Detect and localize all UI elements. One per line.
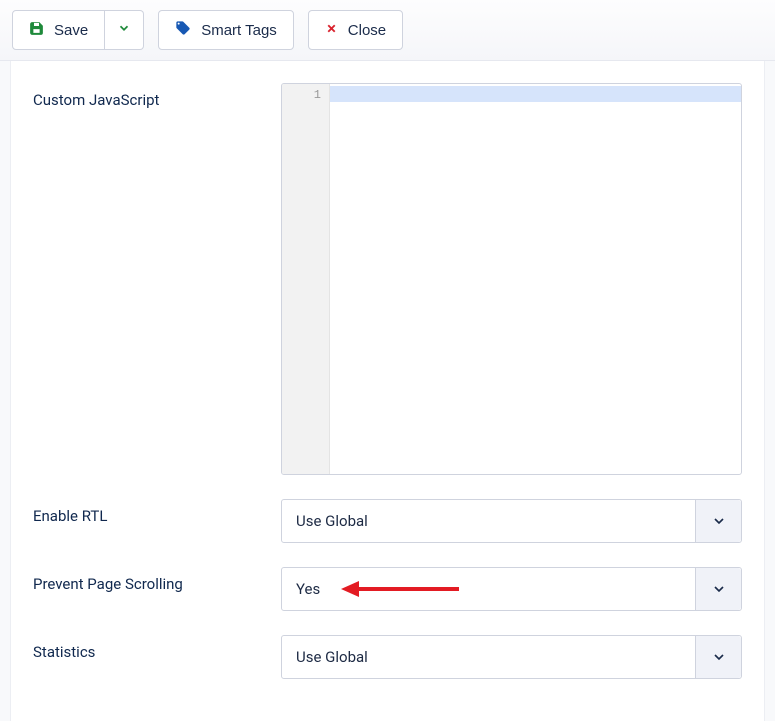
save-dropdown-toggle[interactable] [105, 10, 144, 50]
smart-tags-button[interactable]: Smart Tags [158, 10, 294, 50]
statistics-label: Statistics [33, 635, 281, 661]
enable-rtl-select[interactable]: Use Global [281, 499, 742, 543]
chevron-down-icon [695, 500, 741, 542]
close-button-label: Close [348, 22, 386, 39]
save-button-label: Save [54, 22, 88, 39]
enable-rtl-value: Use Global [282, 512, 695, 530]
field-statistics: Statistics Use Global [33, 623, 742, 691]
code-gutter: 1 [282, 84, 330, 474]
field-custom-javascript: Custom JavaScript 1 [33, 71, 742, 487]
tag-icon [175, 20, 191, 40]
save-icon [29, 21, 44, 40]
chevron-down-icon [695, 568, 741, 610]
code-body[interactable] [330, 84, 741, 474]
prevent-page-scrolling-label: Prevent Page Scrolling [33, 567, 281, 593]
smart-tags-label: Smart Tags [201, 22, 277, 39]
toolbar: Save Smart Tags Close [0, 0, 775, 61]
statistics-value: Use Global [282, 648, 695, 666]
enable-rtl-label: Enable RTL [33, 499, 281, 525]
save-button-group: Save [12, 10, 144, 50]
close-button[interactable]: Close [308, 10, 403, 50]
custom-javascript-label: Custom JavaScript [33, 83, 281, 109]
field-enable-rtl: Enable RTL Use Global [33, 487, 742, 555]
chevron-down-icon [117, 21, 131, 39]
form-area: Custom JavaScript 1 Enable RTL Use Globa… [10, 61, 765, 721]
save-button[interactable]: Save [12, 10, 105, 50]
prevent-page-scrolling-value: Yes [282, 580, 695, 598]
code-line-number: 1 [282, 88, 321, 102]
close-icon [325, 22, 338, 39]
code-active-line [330, 86, 741, 102]
statistics-select[interactable]: Use Global [281, 635, 742, 679]
prevent-page-scrolling-select[interactable]: Yes [281, 567, 742, 611]
chevron-down-icon [695, 636, 741, 678]
custom-javascript-editor[interactable]: 1 [281, 83, 742, 475]
field-prevent-page-scrolling: Prevent Page Scrolling Yes [33, 555, 742, 623]
